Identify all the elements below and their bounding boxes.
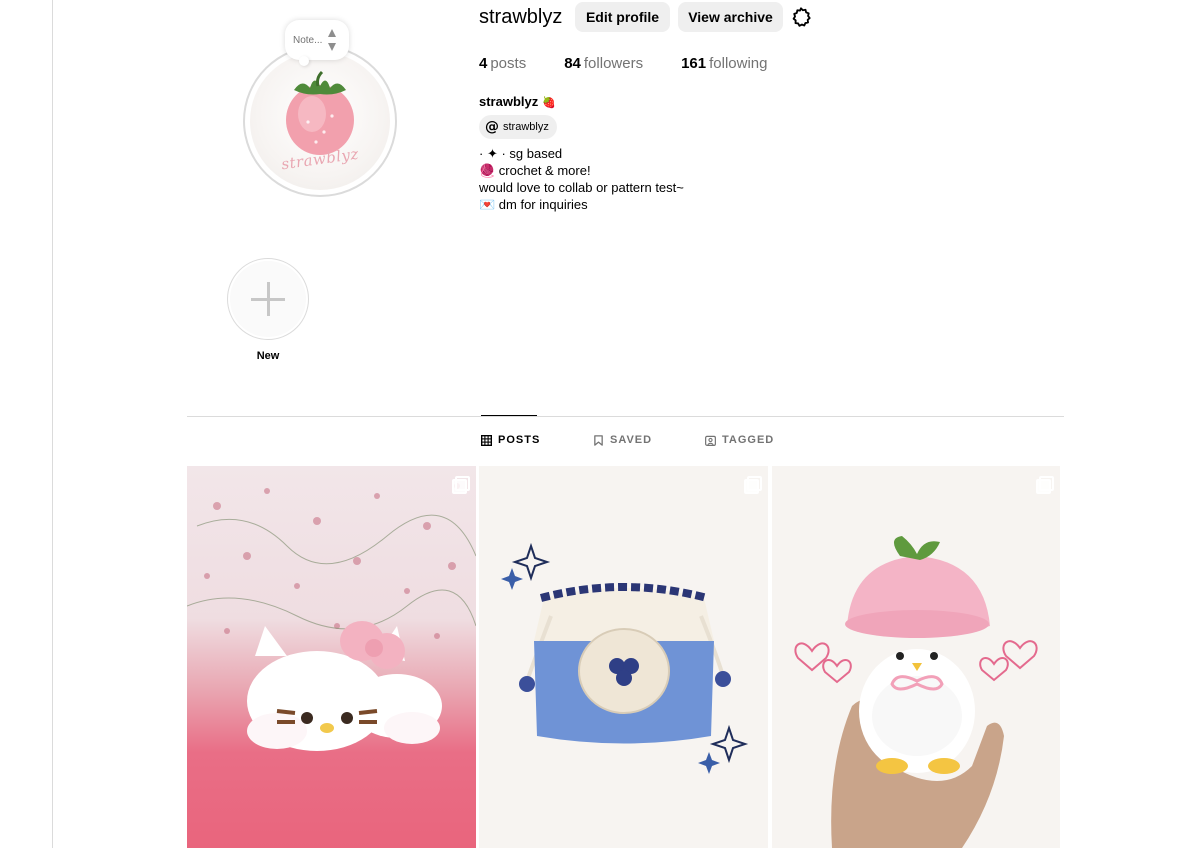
post-thumbnail[interactable] [479,466,768,848]
post-image-cat-plush [187,483,476,751]
posts-count: 4 [479,55,488,72]
tab-posts-label: POSTS [498,434,541,446]
post-thumbnail[interactable] [772,466,1060,848]
grid-icon [481,434,492,446]
new-highlight-circle [230,261,306,337]
edit-profile-button[interactable]: Edit profile [575,2,670,32]
tab-saved[interactable]: SAVED [593,434,652,446]
posts-stat: 4 posts [479,55,526,72]
active-tab-indicator [481,415,537,416]
avatar-image: strawblyz [250,52,390,190]
profile-stats: 4 posts 84 followers 161 following [479,55,805,72]
tagged-icon [705,435,716,446]
post-image-penguin-plush [794,536,1038,848]
sort-arrows-icon [328,29,337,51]
profile-display-name: strawblyz 🍓 [479,94,556,109]
multiple-images-icon [1036,476,1054,494]
bio-line: would love to collab or pattern test~ [479,180,684,195]
new-highlight-button[interactable] [227,258,309,340]
note-bubble[interactable]: Note... [285,20,349,66]
tab-tagged[interactable]: TAGGED [705,434,774,446]
posts-label: posts [490,55,527,72]
multiple-images-icon [452,476,470,494]
tab-tagged-label: TAGGED [722,434,775,446]
view-archive-button[interactable]: View archive [678,2,783,32]
strawberry-emoji-icon: 🍓 [542,97,556,109]
bio-line: 💌 dm for inquiries [479,197,588,212]
profile-username: strawblyz [479,6,563,28]
new-highlight-label: New [256,350,280,362]
avatar-ring: strawblyz [243,45,397,197]
bio-line: · ✦ · sg based [479,146,563,161]
bookmark-icon [594,434,603,446]
followers-label: followers [583,55,644,72]
threads-link[interactable]: @ strawblyz [479,115,557,139]
threads-icon: @ [485,119,499,135]
following-stat[interactable]: 161 following [681,55,767,72]
following-label: following [709,55,768,72]
followers-stat[interactable]: 84 followers [564,55,643,72]
profile-bio: · ✦ · sg based 🧶 crochet & more! would l… [479,145,684,213]
plus-icon-vertical [266,282,270,316]
tab-saved-label: SAVED [610,434,653,446]
followers-count: 84 [564,55,581,72]
display-name-text: strawblyz [479,94,539,109]
post-thumbnail[interactable] [187,466,476,848]
multiple-images-icon [744,476,762,494]
left-navigation-rail [0,0,53,848]
post-image-blueberry-pouch [501,542,749,774]
note-placeholder: Note... [293,34,323,46]
tab-posts[interactable]: POSTS [481,434,540,446]
threads-handle: strawblyz [503,121,549,133]
profile-avatar[interactable]: strawblyz [243,45,397,197]
tabs-divider [187,416,1064,417]
settings-gear-icon[interactable] [790,6,812,28]
following-count: 161 [681,55,707,72]
bio-line: 🧶 crochet & more! [479,163,591,178]
